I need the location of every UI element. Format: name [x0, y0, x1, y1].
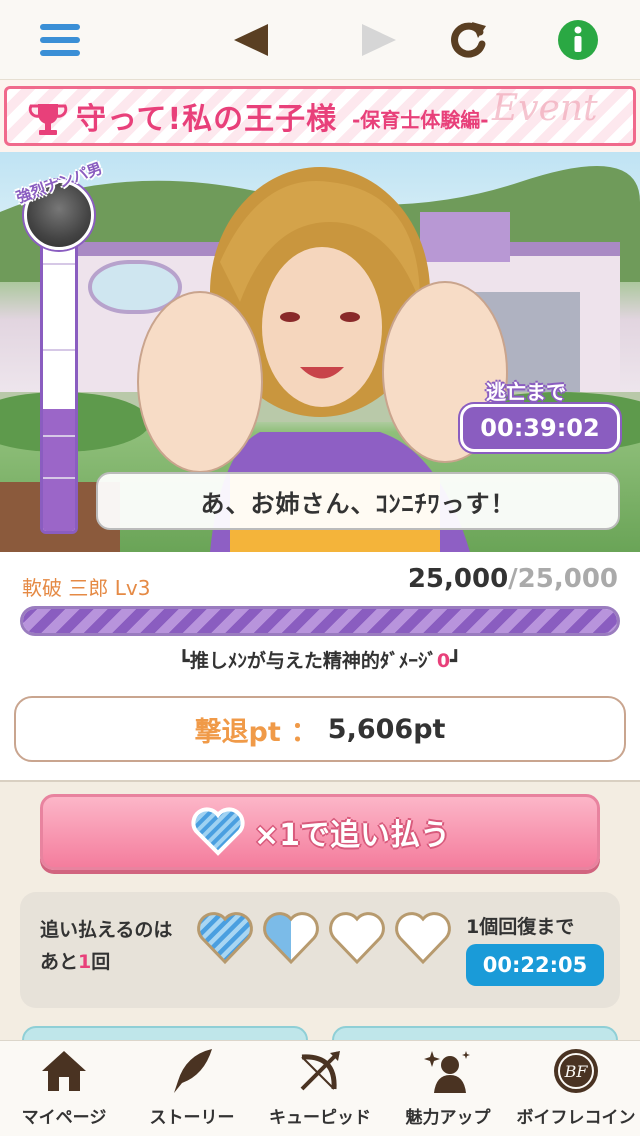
damage-caption: ┗推しﾒﾝが与えた精神的ﾀﾞﾒｰｼﾞ0┛ — [0, 646, 640, 673]
nav-label: キューピッド — [269, 1108, 371, 1128]
heart-empty-icon — [329, 912, 385, 965]
remaining-post: 回 — [91, 951, 111, 973]
back-button[interactable] — [224, 14, 276, 66]
nav-item-cupid[interactable]: キューピッド — [256, 1041, 384, 1136]
damage-suffix: ┛ — [450, 650, 462, 672]
recover-label: 1個回復まで — [466, 916, 575, 938]
reload-button[interactable] — [442, 14, 494, 66]
repel-pt-value: 5,606pt — [327, 713, 446, 745]
chase-away-button[interactable]: ×1で追い払う — [40, 794, 600, 870]
home-icon — [42, 1051, 86, 1091]
enemy-gauge — [40, 206, 78, 534]
menu-button[interactable] — [34, 14, 86, 66]
bow-arrow-icon — [300, 1051, 340, 1091]
nav-item-charm-up[interactable]: 魅力アップ — [384, 1041, 512, 1136]
recover-timer: 00:22:05 — [466, 944, 604, 986]
event-title: 守って!私の王子様 — [76, 102, 338, 137]
escape-timer: 00:39:02 — [460, 404, 620, 452]
bottom-navigation: マイページ ストーリー キューピッド 魅力アップ BF ボイフレコイン — [0, 1040, 640, 1136]
nav-item-mypage[interactable]: マイページ — [0, 1041, 128, 1136]
heart-empty-icon — [395, 912, 451, 965]
remaining-number: 1 — [78, 951, 92, 973]
forward-button[interactable] — [354, 14, 406, 66]
triangle-left-icon — [234, 24, 268, 56]
quill-icon — [174, 1049, 212, 1093]
heart-full-icon — [197, 912, 253, 965]
event-banner[interactable]: Event 守って!私の王子様 -保育士体験編- — [0, 80, 640, 152]
event-subtitle: -保育士体験編- — [352, 108, 489, 132]
nav-label: マイページ — [21, 1108, 107, 1128]
remaining-count: 追い払えるのは あと1回 — [40, 914, 172, 978]
heart-icon — [191, 807, 245, 856]
top-toolbar — [0, 0, 640, 80]
info-icon — [558, 20, 598, 60]
hp-bar — [20, 606, 620, 636]
hp-max: /25,000 — [508, 564, 618, 594]
remaining-line1: 追い払えるのは — [40, 919, 173, 941]
triangle-right-icon — [362, 24, 396, 56]
gauge-divider — [43, 263, 75, 265]
remaining-line2: あと1回 — [40, 946, 172, 978]
nav-label: 魅力アップ — [405, 1108, 491, 1128]
gauge-divider — [43, 435, 75, 437]
hamburger-icon — [40, 24, 80, 56]
escape-label: 逃亡まで — [486, 380, 566, 404]
nav-item-story[interactable]: ストーリー — [128, 1041, 256, 1136]
hp-bar-fill — [23, 609, 617, 633]
damage-prefix: ┗推しﾒﾝが与えた精神的ﾀﾞﾒｰｼﾞ — [178, 650, 437, 672]
nav-item-bf-coin[interactable]: BF ボイフレコイン — [512, 1041, 640, 1136]
svg-text:BF: BF — [564, 1062, 589, 1081]
trophy-icon — [28, 104, 68, 135]
chase-away-label: ×1で追い払う — [253, 818, 450, 853]
gauge-divider — [43, 477, 75, 479]
nav-label: ボイフレコイン — [516, 1108, 636, 1128]
nav-label: ストーリー — [149, 1108, 235, 1128]
repel-pt-separator: ： — [290, 716, 318, 748]
info-button[interactable] — [552, 14, 604, 66]
damage-value: 0 — [436, 650, 451, 672]
bf-coin-icon: BF — [554, 1049, 598, 1093]
repel-points-box: 撃退pt ： 5,606pt — [14, 696, 626, 762]
hp-readout: 25,000/25,000 — [408, 564, 618, 594]
gauge-fill — [43, 408, 75, 531]
speech-bubble: あ、お姉さん、ｺﾝﾆﾁﾜっす！ — [96, 472, 620, 530]
reload-icon — [451, 22, 486, 58]
heart-half-icon — [263, 912, 319, 965]
event-watermark: Event — [492, 88, 598, 129]
stamina-hearts — [196, 910, 456, 970]
remaining-pre: あと — [40, 951, 79, 973]
hp-current: 25,000 — [407, 564, 509, 594]
character-name: 軟破 三郎 Lv3 — [22, 576, 151, 600]
person-sparkle-icon — [424, 1051, 470, 1093]
gauge-divider — [43, 349, 75, 351]
repel-pt-label: 撃退pt — [194, 716, 281, 748]
